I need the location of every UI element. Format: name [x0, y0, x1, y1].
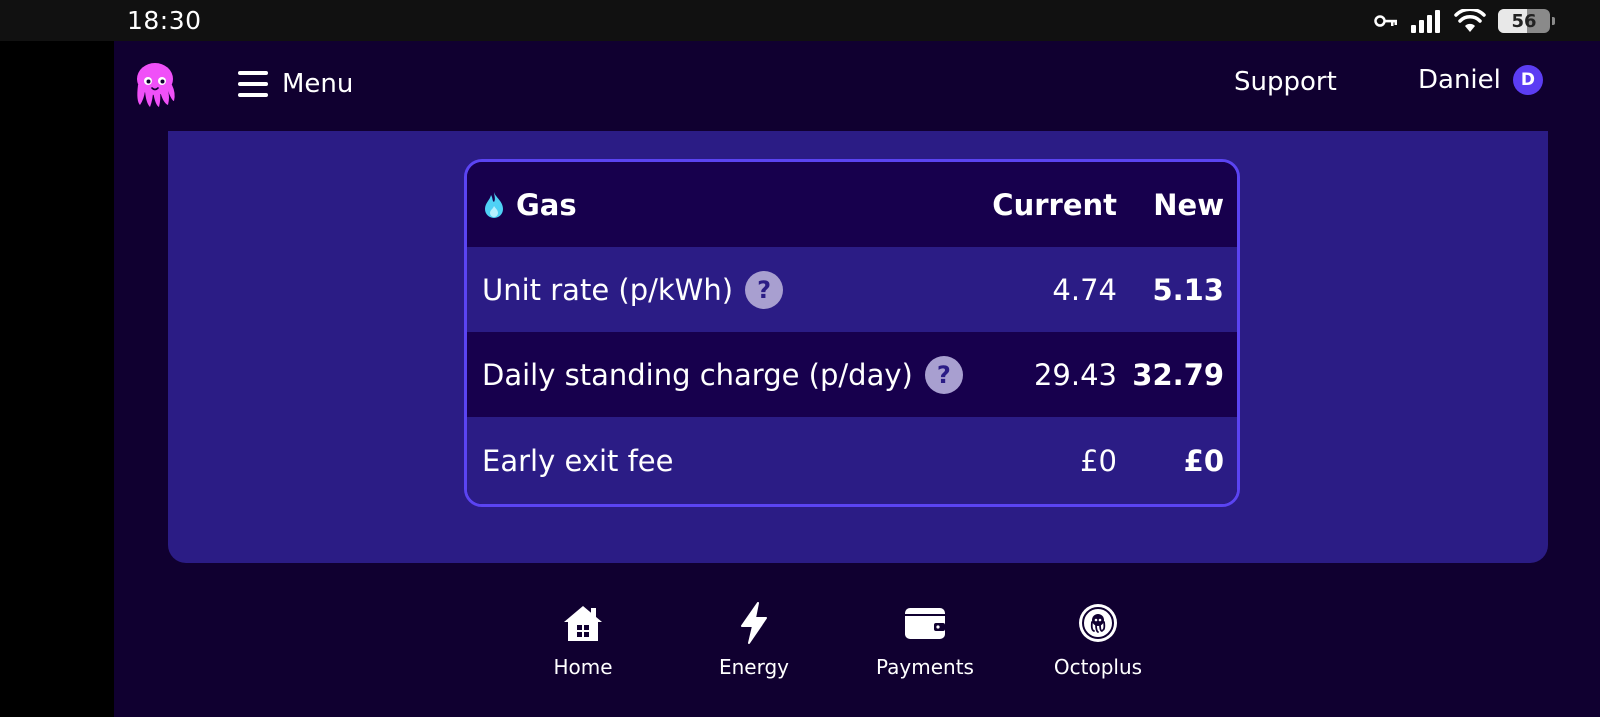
- help-icon[interactable]: ?: [924, 355, 963, 394]
- hamburger-icon: [238, 71, 268, 97]
- vpn-key-icon: [1374, 15, 1397, 27]
- fuel-type-label: Gas: [516, 187, 577, 222]
- table-header-row: Gas Current New: [467, 162, 1237, 247]
- nav-label-payments: Payments: [876, 655, 974, 679]
- battery-level: 56: [1511, 10, 1537, 32]
- menu-label: Menu: [282, 69, 354, 99]
- wifi-icon: [1454, 9, 1486, 32]
- standing-charge-label: Daily standing charge (p/day): [482, 357, 913, 392]
- current-column-header: Current: [992, 187, 1117, 222]
- nav-item-payments[interactable]: Payments: [845, 601, 1005, 679]
- nav-label-octoplus: Octoplus: [1053, 655, 1143, 679]
- battery-indicator: 56: [1498, 9, 1555, 33]
- help-icon[interactable]: ?: [745, 270, 784, 309]
- gas-flame-icon: [485, 191, 503, 218]
- signal-icon: [1411, 10, 1440, 33]
- table-row: Unit rate (p/kWh) ? 4.74 5.13: [467, 247, 1237, 332]
- gas-rates-table: Gas Current New Unit rate (p/kWh) ? 4.74…: [464, 159, 1240, 507]
- user-account-button[interactable]: Daniel D: [1418, 65, 1543, 95]
- standing-charge-new: 32.79: [1132, 357, 1224, 392]
- menu-button[interactable]: Menu: [238, 67, 353, 101]
- octopus-logo-icon[interactable]: [132, 61, 178, 109]
- home-icon: [564, 606, 602, 641]
- nav-label-energy: Energy: [718, 655, 790, 679]
- status-time: 18:30: [127, 6, 202, 35]
- standing-charge-current: 29.43: [1033, 357, 1117, 392]
- nav-item-energy[interactable]: Energy: [674, 601, 834, 679]
- nav-item-octoplus[interactable]: Octoplus: [1018, 601, 1178, 679]
- unit-rate-current: 4.74: [1052, 272, 1117, 307]
- new-column-header: New: [1153, 187, 1224, 222]
- nav-item-home[interactable]: Home: [503, 601, 663, 679]
- octoplus-coin-icon: [1079, 604, 1117, 642]
- bottom-navigation: Home Energy Payments Octoplus: [114, 601, 1600, 717]
- app-screen: Menu Support Daniel D Gas Current New Un…: [114, 41, 1600, 717]
- tariff-panel: Gas Current New Unit rate (p/kWh) ? 4.74…: [168, 131, 1548, 563]
- exit-fee-new: £0: [1183, 443, 1224, 478]
- user-name: Daniel: [1418, 65, 1501, 95]
- exit-fee-current: £0: [1080, 443, 1117, 478]
- lightning-icon: [741, 602, 767, 644]
- nav-label-home: Home: [553, 655, 613, 679]
- status-icons: 56: [1374, 8, 1555, 34]
- avatar: D: [1512, 65, 1543, 95]
- unit-rate-new: 5.13: [1152, 272, 1224, 307]
- table-row: Daily standing charge (p/day) ? 29.43 32…: [467, 332, 1237, 417]
- table-row: Early exit fee £0 £0: [467, 417, 1237, 504]
- support-link[interactable]: Support: [1234, 67, 1337, 97]
- top-navigation: Menu Support Daniel D: [114, 41, 1600, 131]
- wallet-icon: [905, 608, 945, 639]
- status-bar: 18:30 56: [0, 0, 1600, 41]
- unit-rate-label: Unit rate (p/kWh): [482, 272, 734, 307]
- exit-fee-label: Early exit fee: [482, 443, 674, 478]
